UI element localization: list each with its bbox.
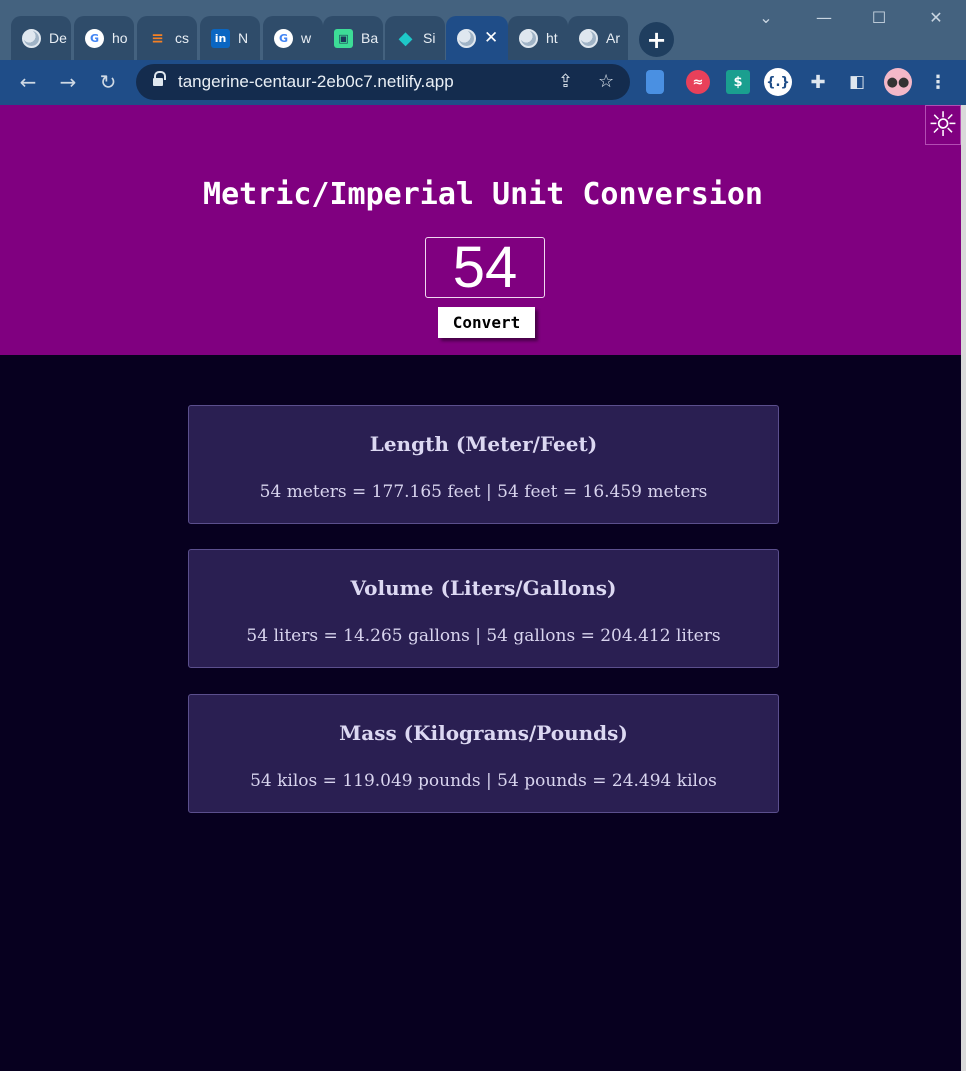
tab[interactable]: G w — [263, 16, 323, 60]
tab-title: ht — [546, 30, 558, 46]
card-result: 54 liters = 14.265 gallons | 54 gallons … — [246, 626, 721, 646]
page-title: Metric/Imperial Unit Conversion — [203, 177, 763, 212]
tab[interactable]: in N — [200, 16, 260, 60]
tab[interactable]: G ho — [74, 16, 134, 60]
extension-icon[interactable]: $ — [726, 70, 750, 94]
minimize-icon[interactable]: — — [812, 8, 836, 27]
browser-toolbar: ← → ↻ tangerine-centaur-2eb0c7.netlify.a… — [0, 60, 966, 105]
length-card: Length (Meter/Feet) 54 meters = 177.165 … — [188, 405, 779, 524]
lock-icon — [153, 71, 166, 88]
stackoverflow-icon: ≡ — [151, 29, 164, 47]
browser-window: De G ho ≡ cs in N G w ▣ Ba ◆ Si ✕ ht Ar … — [0, 0, 966, 1071]
google-icon: G — [274, 28, 293, 48]
tab[interactable]: ≡ cs — [137, 16, 197, 60]
reload-icon[interactable]: ↻ — [95, 70, 121, 96]
bookmark-star-icon[interactable]: ☆ — [598, 71, 614, 92]
volume-card: Volume (Liters/Gallons) 54 liters = 14.2… — [188, 549, 779, 668]
globe-icon — [457, 28, 476, 48]
back-icon[interactable]: ← — [15, 70, 41, 96]
tab-active[interactable]: ✕ — [446, 16, 508, 60]
close-window-icon[interactable]: ✕ — [924, 8, 948, 27]
tab-title: Si — [423, 30, 436, 46]
card-title: Volume (Liters/Gallons) — [350, 576, 617, 600]
extension-icon[interactable]: ≈ — [686, 70, 710, 94]
menu-kebab-icon[interactable]: ⋮ — [926, 70, 950, 94]
tab[interactable]: Ar — [568, 16, 628, 60]
convert-button[interactable]: Convert — [438, 307, 535, 338]
scrollbar[interactable] — [961, 105, 966, 1071]
number-input[interactable] — [425, 237, 545, 298]
tab[interactable]: ▣ Ba — [323, 16, 383, 60]
app-icon: ▣ — [334, 28, 353, 48]
side-panel-icon[interactable]: ◧ — [845, 70, 869, 94]
card-result: 54 meters = 177.165 feet | 54 feet = 16.… — [259, 482, 708, 502]
share-icon[interactable]: ⇪ — [558, 71, 573, 92]
url-text: tangerine-centaur-2eb0c7.netlify.app — [178, 72, 454, 91]
globe-icon — [519, 28, 538, 48]
close-tab-icon[interactable]: ✕ — [484, 28, 498, 48]
maximize-icon[interactable]: ☐ — [867, 8, 891, 27]
tab[interactable]: ht — [508, 16, 568, 60]
linkedin-icon: in — [211, 28, 230, 48]
address-bar[interactable]: tangerine-centaur-2eb0c7.netlify.app ⇪ ☆ — [136, 64, 630, 100]
tab-strip: De G ho ≡ cs in N G w ▣ Ba ◆ Si ✕ ht Ar … — [0, 0, 966, 60]
page: ☼ Metric/Imperial Unit Conversion Conver… — [0, 105, 961, 1071]
tab-title: Ba — [361, 30, 379, 46]
tab-title: w — [301, 30, 312, 46]
tab-title: Ar — [606, 30, 620, 46]
card-title: Mass (Kilograms/Pounds) — [339, 721, 628, 745]
diamond-icon: ◆ — [398, 27, 413, 49]
hero-header: ☼ Metric/Imperial Unit Conversion Conver… — [0, 105, 961, 355]
tab-title: cs — [175, 30, 189, 46]
tab[interactable]: ◆ Si — [385, 16, 445, 60]
mass-card: Mass (Kilograms/Pounds) 54 kilos = 119.0… — [188, 694, 779, 813]
globe-icon — [22, 28, 41, 48]
tab-title: ho — [112, 30, 128, 46]
card-title: Length (Meter/Feet) — [369, 432, 598, 456]
extension-icon[interactable]: {.} — [764, 68, 792, 96]
globe-icon — [579, 28, 598, 48]
google-icon: G — [85, 28, 104, 48]
tab-title: De — [49, 30, 67, 46]
tab[interactable]: De — [11, 16, 71, 60]
forward-icon[interactable]: → — [55, 70, 81, 96]
tab-title: N — [238, 30, 249, 46]
card-result: 54 kilos = 119.049 pounds | 54 pounds = … — [250, 771, 717, 791]
new-tab-button[interactable]: + — [639, 22, 674, 57]
theme-toggle-sun-icon[interactable]: ☼ — [925, 105, 961, 145]
avatar[interactable]: ●● — [884, 68, 912, 96]
tab-search-icon[interactable]: ⌄ — [754, 8, 778, 27]
extension-icon[interactable] — [646, 70, 664, 94]
extensions-puzzle-icon[interactable]: ✚ — [806, 70, 830, 94]
